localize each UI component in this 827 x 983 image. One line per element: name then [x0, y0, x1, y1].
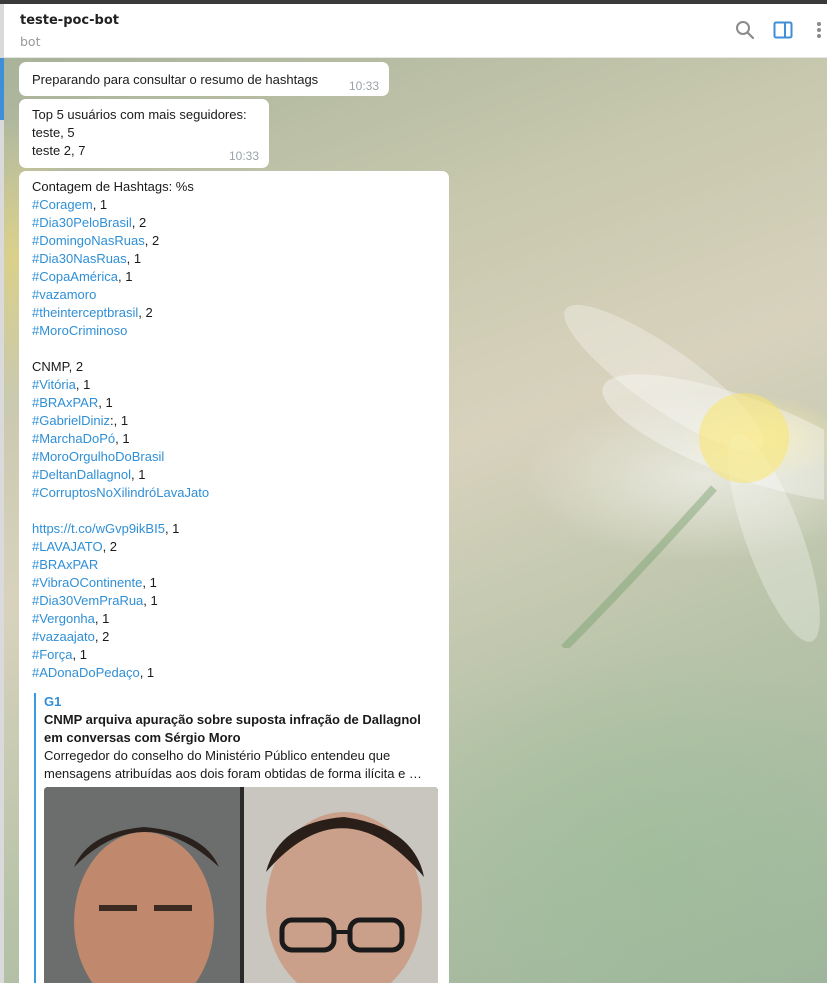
hashtag-row: #Vitória, 1 [32, 376, 436, 394]
hashtag-link[interactable]: #CorruptosNoXilindróLavaJato [32, 485, 209, 500]
message-line: Top 5 usuários com mais seguidores: [32, 107, 247, 122]
hashtag-row: #CorruptosNoXilindróLavaJato [32, 484, 436, 502]
url-line: https://t.co/wGvp9ikBI5, 1 [32, 520, 436, 538]
message-line: CNMP, 2 [32, 359, 84, 374]
hashtag-link[interactable]: #Vitória [32, 377, 76, 392]
search-icon[interactable] [734, 19, 756, 41]
more-vertical-icon[interactable] [812, 19, 826, 41]
hashtag-row: #Dia30NasRuas, 1 [32, 250, 436, 268]
hashtag-count: , 1 [92, 197, 108, 212]
chat-subtitle: bot [20, 34, 41, 49]
hashtag-row: #ADonaDoPedaço, 1 [32, 664, 436, 682]
hashtag-count: , 2 [102, 539, 118, 554]
chat-title[interactable]: teste-poc-bot [20, 13, 119, 28]
hashtag-row: #theinterceptbrasil, 2 [32, 304, 436, 322]
hashtag-count: , 1 [98, 395, 113, 410]
hashtag-count: , 2 [138, 305, 153, 320]
hashtag-row: #GabrielDiniz:, 1 [32, 412, 436, 430]
url-link[interactable]: https://t.co/wGvp9ikBI5 [32, 521, 165, 536]
hashtag-count: , 1 [75, 377, 91, 392]
hashtag-link[interactable]: #GabrielDiniz [32, 413, 110, 428]
hashtag-row: #vazamoro [32, 286, 436, 304]
hashtag-row: #CopaAmérica, 1 [32, 268, 436, 286]
hashtag-count: , 1 [118, 269, 133, 284]
hashtag-link[interactable]: #LAVAJATO [32, 539, 103, 554]
hashtag-link[interactable]: #MarchaDoPó [32, 431, 115, 446]
hashtag-row: #vazaajato, 2 [32, 628, 436, 646]
hashtag-link[interactable]: #Dia30PeloBrasil [32, 215, 132, 230]
message-line: Contagem de Hashtags: %s [32, 179, 194, 194]
chat-area[interactable]: Preparando para consultar o resumo de ha… [4, 58, 827, 983]
hashtag-row: #MoroCriminoso [32, 322, 436, 340]
preview-image[interactable] [44, 787, 438, 983]
hashtag-row: #MoroOrgulhoDoBrasil [32, 448, 436, 466]
hashtag-link[interactable]: #ADonaDoPedaço [32, 665, 140, 680]
hashtag-count: , 1 [142, 575, 157, 590]
hashtag-link[interactable]: #MoroCriminoso [32, 323, 127, 338]
hashtag-link[interactable]: #MoroOrgulhoDoBrasil [32, 449, 164, 464]
hashtag-row: #BRAxPAR, 1 [32, 394, 436, 412]
link-preview[interactable]: G1 CNMP arquiva apuração sobre suposta i… [34, 693, 438, 983]
hashtag-link[interactable]: #Dia30NasRuas [32, 251, 127, 266]
preview-description: Corregedor do conselho do Ministério Púb… [44, 748, 422, 781]
hashtag-row: #MarchaDoPó, 1 [32, 430, 436, 448]
hashtag-link[interactable]: #DomingoNasRuas [32, 233, 145, 248]
sidebar-toggle-icon[interactable] [772, 19, 794, 41]
message-text: Preparando para consultar o resumo de ha… [32, 72, 319, 87]
chat-header: teste-poc-bot bot [4, 4, 827, 58]
hashtag-row: #DeltanDallagnol, 1 [32, 466, 436, 484]
hashtag-count: , 2 [144, 233, 160, 248]
hashtag-count: , 1 [72, 647, 87, 662]
hashtag-row: #Coragem, 1 [32, 196, 436, 214]
hashtag-list: #Vitória, 1 #BRAxPAR, 1 #GabrielDiniz:, 1 #… [32, 376, 436, 502]
message-bubble[interactable]: Contagem de Hashtags: %s #Coragem, 1 #Dia… [19, 171, 449, 983]
hashtag-count: , 2 [94, 629, 110, 644]
hashtag-row: #DomingoNasRuas, 2 [32, 232, 436, 250]
hashtag-row: #LAVAJATO, 2 [32, 538, 436, 556]
hashtag-count: , 1 [131, 467, 146, 482]
hashtag-count: :, 1 [110, 413, 129, 428]
message-time: 10:33 [348, 79, 379, 93]
hashtag-link[interactable]: #VibraOContinente [32, 575, 142, 590]
message-line: teste, 5 [32, 125, 75, 140]
preview-site[interactable]: G1 [44, 693, 437, 711]
hashtag-list: #LAVAJATO, 2 #BRAxPAR #VibraOContinente, 1… [32, 538, 436, 682]
hashtag-link[interactable]: #BRAxPAR [32, 557, 98, 572]
hashtag-count: , 1 [139, 665, 155, 680]
wallpaper-flower [561, 304, 824, 648]
hashtag-row: #Força, 1 [32, 646, 436, 664]
hashtag-link[interactable]: #BRAxPAR [32, 395, 98, 410]
message-time: 10:33 [228, 149, 259, 163]
hashtag-list: #Coragem, 1 #Dia30PeloBrasil, 2 #DomingoNa… [32, 196, 436, 340]
hashtag-link[interactable]: #Força [32, 647, 72, 662]
hashtag-row: #Dia30VemPraRua, 1 [32, 592, 436, 610]
hashtag-count: , 2 [131, 215, 147, 230]
hashtag-row: #Dia30PeloBrasil, 2 [32, 214, 436, 232]
hashtag-link[interactable]: #Dia30VemPraRua [32, 593, 143, 608]
message-bubble[interactable]: Top 5 usuários com mais seguidores: test… [19, 99, 269, 168]
hashtag-link[interactable]: #Coragem [32, 197, 93, 212]
hashtag-link[interactable]: #vazaajato [32, 629, 95, 644]
hashtag-link[interactable]: #Vergonha [32, 611, 95, 626]
hashtag-count: , 1 [143, 593, 158, 608]
hashtag-count: , 1 [94, 611, 110, 626]
hashtag-count: , 1 [115, 431, 130, 446]
preview-title: CNMP arquiva apuração sobre suposta infr… [44, 712, 421, 745]
message-line: teste 2, 7 [32, 143, 86, 158]
hashtag-link[interactable]: #theinterceptbrasil [32, 305, 138, 320]
hashtag-link[interactable]: #DeltanDallagnol [32, 467, 131, 482]
hashtag-link[interactable]: #CopaAmérica [32, 269, 118, 284]
url-count: , 1 [164, 521, 180, 536]
hashtag-row: #VibraOContinente, 1 [32, 574, 436, 592]
message-bubble[interactable]: Preparando para consultar o resumo de ha… [19, 62, 389, 96]
hashtag-row: #Vergonha, 1 [32, 610, 436, 628]
hashtag-row: #BRAxPAR [32, 556, 436, 574]
hashtag-count: , 1 [126, 251, 142, 266]
hashtag-link[interactable]: #vazamoro [32, 287, 96, 302]
